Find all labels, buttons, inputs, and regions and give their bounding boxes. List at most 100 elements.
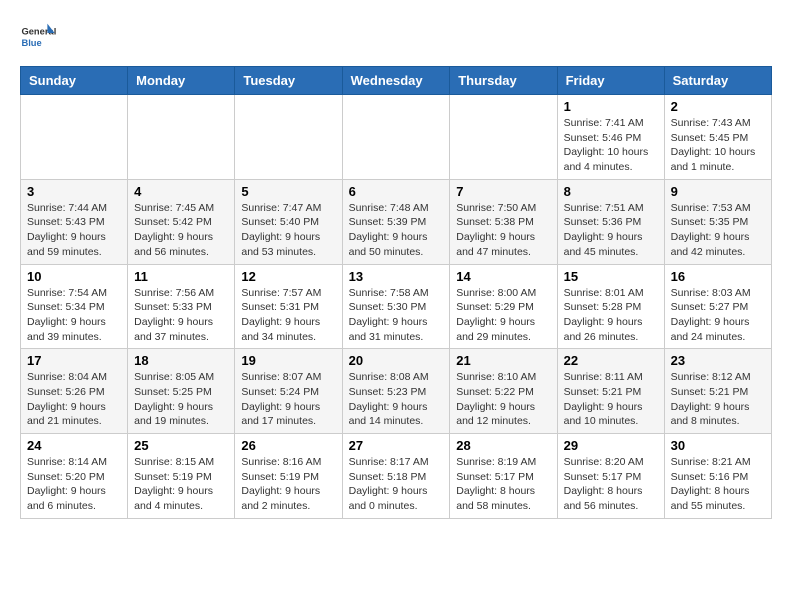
calendar-cell	[128, 95, 235, 180]
day-number: 15	[564, 269, 658, 284]
calendar-week-row: 24 Sunrise: 8:14 AM Sunset: 5:20 PM Dayli…	[21, 434, 772, 519]
day-info: Sunrise: 7:53 AM Sunset: 5:35 PM Dayligh…	[671, 201, 765, 260]
day-number: 9	[671, 184, 765, 199]
day-number: 2	[671, 99, 765, 114]
day-info: Sunrise: 7:56 AM Sunset: 5:33 PM Dayligh…	[134, 286, 228, 345]
day-info: Sunrise: 7:58 AM Sunset: 5:30 PM Dayligh…	[349, 286, 444, 345]
logo: General Blue	[20, 20, 56, 56]
calendar-header-row: SundayMondayTuesdayWednesdayThursdayFrid…	[21, 67, 772, 95]
day-info: Sunrise: 7:43 AM Sunset: 5:45 PM Dayligh…	[671, 116, 765, 175]
calendar-cell: 19 Sunrise: 8:07 AM Sunset: 5:24 PM Dayli…	[235, 349, 342, 434]
calendar-cell: 26 Sunrise: 8:16 AM Sunset: 5:19 PM Dayli…	[235, 434, 342, 519]
calendar-cell: 28Sunrise: 8:19 AM Sunset: 5:17 PM Dayli…	[450, 434, 557, 519]
day-info: Sunrise: 8:10 AM Sunset: 5:22 PM Dayligh…	[456, 370, 550, 429]
day-number: 5	[241, 184, 335, 199]
day-info: Sunrise: 8:17 AM Sunset: 5:18 PM Dayligh…	[349, 455, 444, 514]
day-number: 8	[564, 184, 658, 199]
weekday-header: Monday	[128, 67, 235, 95]
calendar-week-row: 10 Sunrise: 7:54 AM Sunset: 5:34 PM Dayli…	[21, 264, 772, 349]
day-number: 26	[241, 438, 335, 453]
calendar: SundayMondayTuesdayWednesdayThursdayFrid…	[20, 66, 772, 519]
calendar-cell: 13 Sunrise: 7:58 AM Sunset: 5:30 PM Dayli…	[342, 264, 450, 349]
weekday-header: Saturday	[664, 67, 771, 95]
weekday-header: Thursday	[450, 67, 557, 95]
calendar-cell: 17 Sunrise: 8:04 AM Sunset: 5:26 PM Dayli…	[21, 349, 128, 434]
calendar-cell: 25Sunrise: 8:15 AM Sunset: 5:19 PM Dayli…	[128, 434, 235, 519]
calendar-cell: 20 Sunrise: 8:08 AM Sunset: 5:23 PM Dayli…	[342, 349, 450, 434]
day-number: 14	[456, 269, 550, 284]
day-number: 25	[134, 438, 228, 453]
calendar-cell: 18 Sunrise: 8:05 AM Sunset: 5:25 PM Dayli…	[128, 349, 235, 434]
calendar-cell: 7Sunrise: 7:50 AM Sunset: 5:38 PM Daylig…	[450, 179, 557, 264]
day-info: Sunrise: 8:01 AM Sunset: 5:28 PM Dayligh…	[564, 286, 658, 345]
calendar-cell: 6 Sunrise: 7:48 AM Sunset: 5:39 PM Daylig…	[342, 179, 450, 264]
logo-svg: General Blue	[20, 20, 56, 56]
calendar-cell: 30 Sunrise: 8:21 AM Sunset: 5:16 PM Dayli…	[664, 434, 771, 519]
day-info: Sunrise: 8:12 AM Sunset: 5:21 PM Dayligh…	[671, 370, 765, 429]
day-number: 19	[241, 353, 335, 368]
day-info: Sunrise: 7:57 AM Sunset: 5:31 PM Dayligh…	[241, 286, 335, 345]
day-info: Sunrise: 8:08 AM Sunset: 5:23 PM Dayligh…	[349, 370, 444, 429]
calendar-cell: 12 Sunrise: 7:57 AM Sunset: 5:31 PM Dayli…	[235, 264, 342, 349]
header: General Blue	[20, 20, 772, 56]
calendar-cell: 24 Sunrise: 8:14 AM Sunset: 5:20 PM Dayli…	[21, 434, 128, 519]
calendar-cell: 4 Sunrise: 7:45 AM Sunset: 5:42 PM Daylig…	[128, 179, 235, 264]
day-info: Sunrise: 8:20 AM Sunset: 5:17 PM Dayligh…	[564, 455, 658, 514]
calendar-cell: 21Sunrise: 8:10 AM Sunset: 5:22 PM Dayli…	[450, 349, 557, 434]
calendar-cell: 5 Sunrise: 7:47 AM Sunset: 5:40 PM Daylig…	[235, 179, 342, 264]
weekday-header: Tuesday	[235, 67, 342, 95]
day-info: Sunrise: 7:54 AM Sunset: 5:34 PM Dayligh…	[27, 286, 121, 345]
calendar-cell: 8 Sunrise: 7:51 AM Sunset: 5:36 PM Daylig…	[557, 179, 664, 264]
calendar-cell: 16 Sunrise: 8:03 AM Sunset: 5:27 PM Dayli…	[664, 264, 771, 349]
day-info: Sunrise: 7:41 AM Sunset: 5:46 PM Dayligh…	[564, 116, 658, 175]
calendar-cell: 2 Sunrise: 7:43 AM Sunset: 5:45 PM Daylig…	[664, 95, 771, 180]
calendar-week-row: 1 Sunrise: 7:41 AM Sunset: 5:46 PM Daylig…	[21, 95, 772, 180]
calendar-cell: 15 Sunrise: 8:01 AM Sunset: 5:28 PM Dayli…	[557, 264, 664, 349]
calendar-cell	[342, 95, 450, 180]
day-info: Sunrise: 8:21 AM Sunset: 5:16 PM Dayligh…	[671, 455, 765, 514]
day-number: 20	[349, 353, 444, 368]
day-number: 10	[27, 269, 121, 284]
calendar-week-row: 3Sunrise: 7:44 AM Sunset: 5:43 PM Daylig…	[21, 179, 772, 264]
day-info: Sunrise: 8:14 AM Sunset: 5:20 PM Dayligh…	[27, 455, 121, 514]
day-info: Sunrise: 8:16 AM Sunset: 5:19 PM Dayligh…	[241, 455, 335, 514]
day-info: Sunrise: 8:03 AM Sunset: 5:27 PM Dayligh…	[671, 286, 765, 345]
calendar-cell: 29 Sunrise: 8:20 AM Sunset: 5:17 PM Dayli…	[557, 434, 664, 519]
day-info: Sunrise: 7:48 AM Sunset: 5:39 PM Dayligh…	[349, 201, 444, 260]
day-number: 6	[349, 184, 444, 199]
day-number: 17	[27, 353, 121, 368]
day-number: 1	[564, 99, 658, 114]
day-info: Sunrise: 8:05 AM Sunset: 5:25 PM Dayligh…	[134, 370, 228, 429]
calendar-cell: 23 Sunrise: 8:12 AM Sunset: 5:21 PM Dayli…	[664, 349, 771, 434]
day-number: 16	[671, 269, 765, 284]
day-number: 12	[241, 269, 335, 284]
svg-text:Blue: Blue	[21, 38, 41, 48]
day-number: 4	[134, 184, 228, 199]
day-number: 24	[27, 438, 121, 453]
calendar-cell	[21, 95, 128, 180]
calendar-cell: 9 Sunrise: 7:53 AM Sunset: 5:35 PM Daylig…	[664, 179, 771, 264]
day-info: Sunrise: 8:00 AM Sunset: 5:29 PM Dayligh…	[456, 286, 550, 345]
weekday-header: Friday	[557, 67, 664, 95]
day-info: Sunrise: 8:19 AM Sunset: 5:17 PM Dayligh…	[456, 455, 550, 514]
day-info: Sunrise: 8:07 AM Sunset: 5:24 PM Dayligh…	[241, 370, 335, 429]
day-number: 30	[671, 438, 765, 453]
day-info: Sunrise: 8:04 AM Sunset: 5:26 PM Dayligh…	[27, 370, 121, 429]
day-info: Sunrise: 7:47 AM Sunset: 5:40 PM Dayligh…	[241, 201, 335, 260]
day-number: 23	[671, 353, 765, 368]
day-number: 7	[456, 184, 550, 199]
calendar-cell: 3Sunrise: 7:44 AM Sunset: 5:43 PM Daylig…	[21, 179, 128, 264]
day-info: Sunrise: 7:51 AM Sunset: 5:36 PM Dayligh…	[564, 201, 658, 260]
weekday-header: Sunday	[21, 67, 128, 95]
calendar-cell: 11 Sunrise: 7:56 AM Sunset: 5:33 PM Dayli…	[128, 264, 235, 349]
calendar-cell: 27Sunrise: 8:17 AM Sunset: 5:18 PM Dayli…	[342, 434, 450, 519]
day-number: 29	[564, 438, 658, 453]
calendar-cell	[450, 95, 557, 180]
calendar-cell	[235, 95, 342, 180]
day-number: 13	[349, 269, 444, 284]
day-number: 18	[134, 353, 228, 368]
day-info: Sunrise: 7:44 AM Sunset: 5:43 PM Dayligh…	[27, 201, 121, 260]
day-info: Sunrise: 7:45 AM Sunset: 5:42 PM Dayligh…	[134, 201, 228, 260]
day-number: 22	[564, 353, 658, 368]
day-number: 11	[134, 269, 228, 284]
